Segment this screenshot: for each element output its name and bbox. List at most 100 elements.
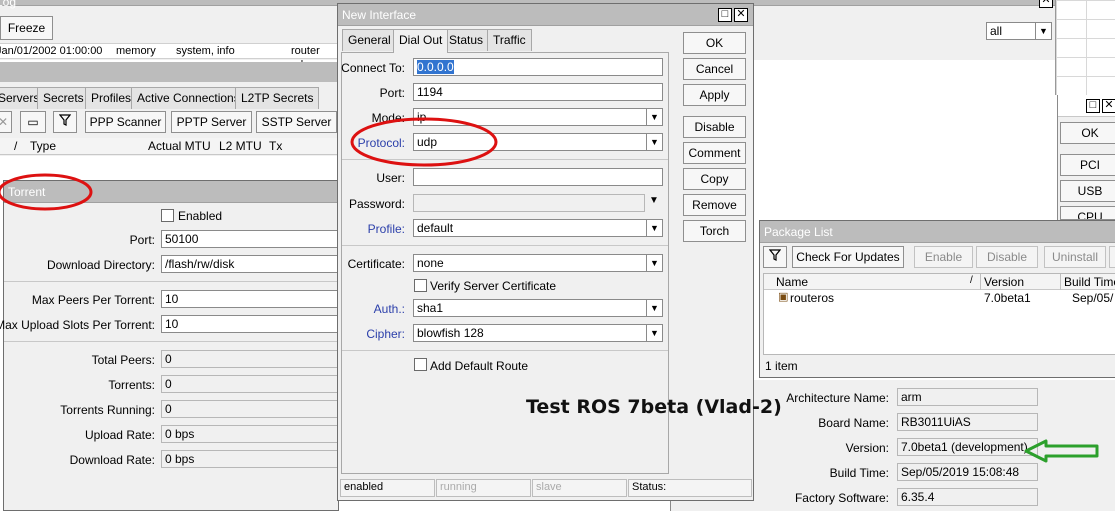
cipher-select[interactable]: blowfish 128 ▼ — [413, 324, 663, 342]
usb-button[interactable]: USB — [1060, 180, 1115, 202]
resources-maximize-icon[interactable]: □ — [1086, 99, 1100, 113]
build-time-value: Sep/05/2019 15:08:48 — [897, 463, 1038, 481]
log-entry-buffer: memory — [116, 45, 156, 57]
col-tx[interactable]: Tx — [269, 139, 282, 153]
log-filter-select[interactable]: all ▼ — [986, 22, 1052, 40]
torch-button[interactable]: Torch — [683, 220, 746, 242]
check-for-updates-button[interactable]: Check For Updates — [792, 246, 904, 268]
pptp-server-button[interactable]: PPTP Server — [171, 111, 252, 133]
cipher-label[interactable]: Cipher: — [366, 327, 405, 341]
log-entry-topics: system, info — [176, 45, 235, 57]
cancel-button[interactable]: Cancel — [683, 58, 746, 80]
auth-select[interactable]: sha1 ▼ — [413, 299, 663, 317]
col-version[interactable]: Version — [984, 275, 1024, 289]
table-row[interactable]: ▣ routeros 7.0beta1 Sep/05/ — [764, 290, 1115, 305]
background-grid — [1055, 0, 1115, 95]
connect-to-input[interactable]: 0.0.0.0 — [413, 58, 663, 76]
profile-label[interactable]: Profile: — [368, 222, 405, 236]
tab-general[interactable]: General — [342, 29, 397, 51]
resources-ok-button[interactable]: OK — [1060, 122, 1115, 144]
enabled-checkbox[interactable] — [161, 209, 174, 222]
filter-icon[interactable] — [763, 246, 787, 268]
chevron-down-icon[interactable]: ▼ — [646, 255, 662, 271]
resources-close-icon[interactable]: ✕ — [1102, 99, 1115, 113]
password-dropdown-icon[interactable]: ▼ — [649, 195, 659, 206]
download-directory-input[interactable]: /flash/rw/disk — [161, 255, 343, 273]
uninstall-button[interactable]: Uninstall — [1044, 246, 1106, 268]
freeze-button[interactable]: Freeze — [0, 16, 53, 40]
col-actual-mtu[interactable]: Actual MTU — [148, 139, 211, 153]
new-interface-title: New Interface — [342, 8, 417, 22]
remove-button[interactable]: Remove — [683, 194, 746, 216]
disable-button[interactable]: Disable — [683, 116, 746, 138]
pci-button[interactable]: PCI — [1060, 154, 1115, 176]
port-input[interactable]: 50100 — [161, 230, 343, 248]
comment-icon[interactable]: ▭ — [20, 111, 46, 133]
architecture-value: arm — [897, 388, 1038, 406]
reset-icon[interactable]: ✕ — [0, 111, 12, 133]
factory-software-label: Factory Software: — [794, 491, 889, 505]
disable-button[interactable]: Disable — [976, 246, 1038, 268]
chevron-down-icon[interactable]: ▼ — [646, 325, 662, 341]
maximize-icon[interactable]: □ — [718, 8, 732, 22]
copy-button[interactable]: Copy — [683, 168, 746, 190]
connect-to-value: 0.0.0.0 — [417, 60, 454, 74]
torrents-label: Torrents: — [108, 378, 155, 392]
verify-cert-checkbox[interactable] — [414, 279, 427, 292]
profile-select[interactable]: default ▼ — [413, 219, 663, 237]
close-icon[interactable]: ✕ — [734, 8, 748, 22]
tab-traffic[interactable]: Traffic — [487, 29, 532, 51]
ppp-scanner-button[interactable]: PPP Scanner — [85, 111, 166, 133]
sort-icon: / — [970, 275, 973, 286]
cpu-button[interactable]: CPU — [1060, 206, 1115, 220]
torrent-window: Torrent Enabled Port: 50100 Download Dir… — [0, 180, 343, 511]
version-value: 7.0beta1 (development) — [897, 438, 1038, 456]
port-label: Port: — [379, 86, 405, 100]
col-name[interactable]: Name — [776, 275, 808, 289]
tab-status[interactable]: Status — [443, 29, 490, 51]
package-icon: ▣ — [778, 291, 789, 303]
sstp-server-button[interactable]: SSTP Server — [256, 111, 337, 133]
tab-dial-out[interactable]: Dial Out — [393, 29, 449, 53]
log-close-icon[interactable]: ✕ — [1039, 0, 1053, 8]
filter-icon[interactable] — [53, 111, 77, 133]
protocol-label[interactable]: Protocol: — [358, 136, 405, 150]
log-entry-row[interactable]: Jan/01/2002 01:00:00 memory system, info… — [0, 43, 337, 71]
user-input[interactable] — [413, 168, 663, 186]
more-button[interactable] — [1109, 246, 1115, 268]
mode-select[interactable]: ip ▼ — [413, 108, 663, 126]
package-build-time: Sep/05/ — [1072, 291, 1114, 305]
protocol-select[interactable]: udp ▼ — [413, 133, 663, 151]
col-build-time[interactable]: Build Time — [1064, 275, 1115, 289]
package-name: routeros — [790, 291, 835, 305]
chevron-down-icon[interactable]: ▼ — [646, 134, 662, 150]
chevron-down-icon[interactable]: ▼ — [646, 220, 662, 236]
ok-button[interactable]: OK — [683, 32, 746, 54]
apply-button[interactable]: Apply — [683, 84, 746, 106]
certificate-select[interactable]: none ▼ — [413, 254, 663, 272]
port-input[interactable]: 1194 — [413, 83, 663, 101]
ppp-tabs: Servers Secrets Profiles Active Connecti… — [0, 87, 337, 109]
col-type[interactable]: Type — [30, 139, 56, 153]
max-peers-input[interactable]: 10 — [161, 290, 343, 308]
tab-l2tp-secrets[interactable]: L2TP Secrets — [235, 87, 320, 109]
chevron-down-icon[interactable]: ▼ — [646, 300, 662, 316]
package-list-window: Package List Check For Updates Enable Di… — [759, 220, 1115, 378]
col-sep-2 — [1060, 274, 1061, 290]
max-upload-slots-input[interactable]: 10 — [161, 315, 343, 333]
download-rate-label: Download Rate: — [69, 453, 155, 467]
col-sort[interactable]: / — [14, 139, 17, 153]
enable-button[interactable]: Enable — [914, 246, 973, 268]
add-default-route-checkbox[interactable] — [414, 358, 427, 371]
tab-active-connections[interactable]: Active Connections — [131, 87, 246, 109]
tab-secrets[interactable]: Secrets — [37, 87, 90, 109]
comment-button[interactable]: Comment — [683, 142, 746, 164]
torrent-divider-1 — [4, 281, 340, 282]
tab-profiles[interactable]: Profiles — [85, 87, 138, 109]
auth-label[interactable]: Auth.: — [374, 302, 405, 316]
chevron-down-icon[interactable]: ▼ — [1035, 23, 1051, 39]
password-input[interactable] — [413, 194, 645, 212]
chevron-down-icon[interactable]: ▼ — [646, 109, 662, 125]
col-l2-mtu[interactable]: L2 MTU — [219, 139, 262, 153]
board-name-label: Board Name: — [818, 416, 889, 430]
